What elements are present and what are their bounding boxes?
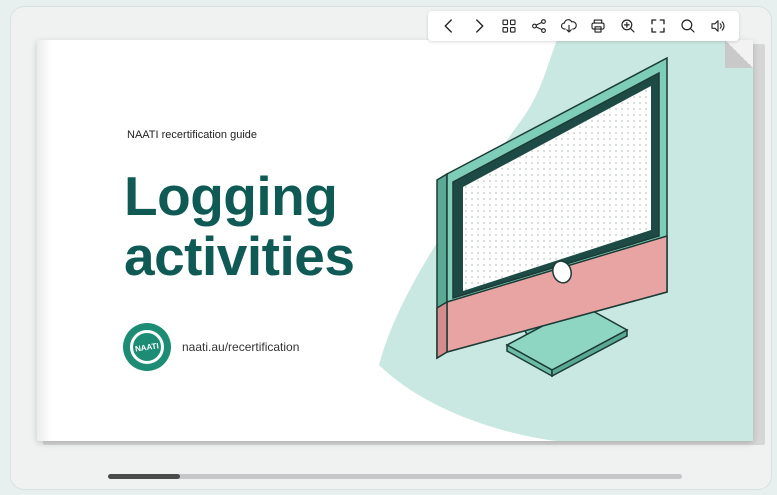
cloud-download-icon bbox=[560, 19, 577, 33]
zoom-in-icon bbox=[621, 19, 635, 33]
toolbar bbox=[428, 11, 739, 41]
page-cover[interactable]: NAATI recertification guide Logging acti… bbox=[37, 40, 753, 441]
prev-page-button[interactable] bbox=[437, 14, 461, 38]
page-gutter-shadow bbox=[37, 40, 51, 441]
search-icon bbox=[681, 19, 695, 33]
share-icon bbox=[531, 19, 546, 33]
flipbook: NAATI recertification guide Logging acti… bbox=[37, 40, 765, 445]
zoom-in-button[interactable] bbox=[616, 14, 640, 38]
naati-logo-text: NAATI bbox=[134, 340, 160, 354]
share-button[interactable] bbox=[527, 14, 551, 38]
download-button[interactable] bbox=[557, 14, 581, 38]
chevron-right-icon bbox=[475, 19, 484, 33]
naati-logo: NAATI bbox=[123, 323, 171, 371]
page-title-line1: Logging bbox=[124, 165, 338, 227]
naati-logo-ring: NAATI bbox=[130, 330, 164, 364]
thumbnails-button[interactable] bbox=[497, 14, 521, 38]
search-button[interactable] bbox=[676, 14, 700, 38]
sound-button[interactable] bbox=[706, 14, 730, 38]
print-button[interactable] bbox=[586, 14, 610, 38]
page-corner-fold[interactable] bbox=[725, 40, 753, 68]
next-page-button[interactable] bbox=[467, 14, 491, 38]
chevron-left-icon bbox=[444, 19, 452, 33]
page-title-line2: activities bbox=[124, 225, 355, 287]
speaker-icon bbox=[711, 20, 725, 32]
print-icon bbox=[591, 19, 605, 33]
horizontal-scrollbar-track[interactable] bbox=[108, 474, 682, 479]
horizontal-scrollbar-thumb[interactable] bbox=[108, 474, 180, 479]
fullscreen-icon bbox=[651, 19, 665, 33]
fullscreen-button[interactable] bbox=[646, 14, 670, 38]
grid-icon bbox=[502, 19, 516, 33]
page-subtitle: NAATI recertification guide bbox=[127, 129, 258, 141]
recertification-link[interactable]: naati.au/recertification bbox=[182, 340, 299, 354]
page-title: Logging activities bbox=[124, 165, 355, 287]
